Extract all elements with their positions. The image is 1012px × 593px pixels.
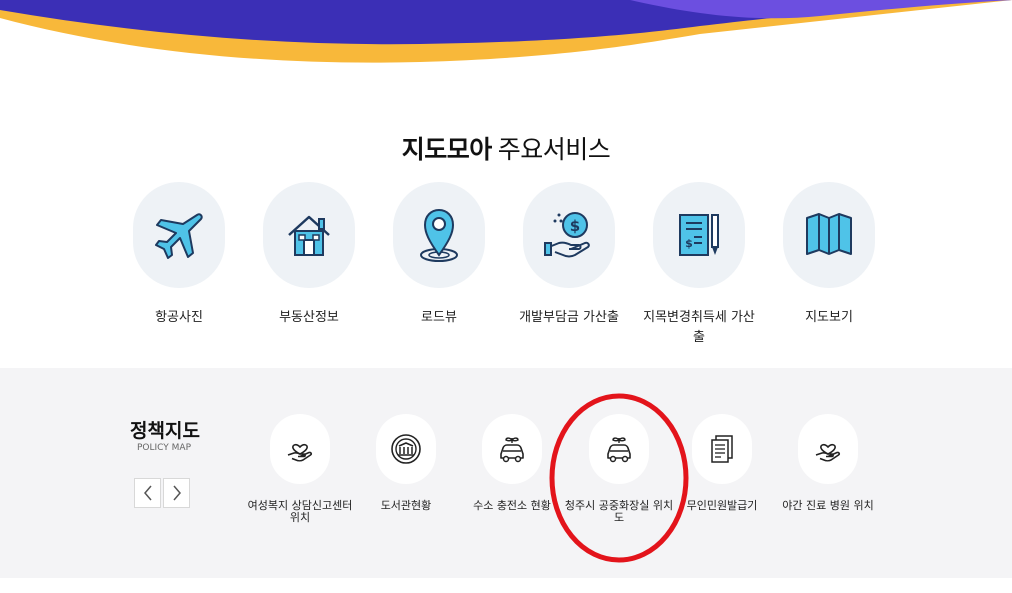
folded-map-icon bbox=[806, 213, 852, 255]
policy-map-title: 정책지도 bbox=[130, 420, 200, 442]
service-road-view[interactable]: 로드뷰 bbox=[384, 182, 494, 328]
policy-circle bbox=[482, 414, 542, 484]
service-land-category-tax[interactable]: $ 지목변경취득세 가산출 bbox=[643, 182, 755, 348]
main-services-title: 지도모아 주요서비스 bbox=[0, 130, 1012, 166]
svg-text:$: $ bbox=[685, 237, 693, 250]
airplane-icon bbox=[155, 213, 203, 259]
policy-circle bbox=[376, 414, 436, 484]
house-icon bbox=[288, 215, 330, 256]
documents-icon bbox=[711, 435, 733, 463]
hand-heart-icon bbox=[287, 443, 313, 462]
service-real-estate[interactable]: 부동산정보 bbox=[254, 182, 364, 328]
service-label: 로드뷰 bbox=[421, 310, 457, 325]
service-circle: $ bbox=[523, 182, 615, 288]
service-circle bbox=[783, 182, 875, 288]
policy-circle bbox=[798, 414, 858, 484]
svg-text:$: $ bbox=[570, 217, 580, 235]
service-label: 지도보기 bbox=[805, 310, 853, 325]
service-circle bbox=[133, 182, 225, 288]
next-button[interactable] bbox=[163, 478, 190, 508]
service-aerial-photo[interactable]: 항공사진 bbox=[124, 182, 234, 328]
location-pin-icon bbox=[420, 208, 458, 262]
service-label: 부동산정보 bbox=[279, 310, 339, 325]
chevron-left-icon bbox=[143, 485, 152, 501]
service-circle: $ bbox=[653, 182, 745, 288]
service-map-view[interactable]: 지도보기 bbox=[774, 182, 884, 328]
red-highlight-ellipse bbox=[549, 393, 689, 563]
eco-car-icon bbox=[500, 437, 524, 463]
hero-wave-banner bbox=[0, 0, 1012, 63]
main-services-title-light: 주요서비스 bbox=[497, 135, 611, 164]
library-badge-icon bbox=[391, 434, 421, 464]
coin-hand-icon: $ bbox=[544, 212, 590, 258]
document-pen-icon: $ bbox=[679, 214, 719, 256]
service-label: 지목변경취득세 가산출 bbox=[643, 310, 755, 345]
policy-item-night-hospital[interactable]: 야간 진료 병원 위치 bbox=[758, 414, 898, 512]
policy-circle bbox=[270, 414, 330, 484]
policy-map-section: 정책지도 POLICY MAP 여성복지 상담신고센터 위치 도서관현황 수소 … bbox=[0, 368, 1012, 578]
policy-label: 야간 진료 병원 위치 bbox=[782, 499, 874, 512]
service-circle bbox=[263, 182, 355, 288]
service-label: 항공사진 bbox=[155, 310, 203, 325]
service-label: 개발부담금 가산출 bbox=[519, 310, 619, 325]
service-development-charge[interactable]: $ 개발부담금 가산출 bbox=[514, 182, 624, 328]
main-services-title-bold: 지도모아 bbox=[401, 135, 493, 164]
policy-circle bbox=[692, 414, 752, 484]
chevron-right-icon bbox=[172, 485, 181, 501]
service-circle bbox=[393, 182, 485, 288]
prev-button[interactable] bbox=[134, 478, 161, 508]
policy-map-subtitle: POLICY MAP bbox=[137, 443, 192, 453]
hand-heart-icon bbox=[815, 443, 841, 462]
